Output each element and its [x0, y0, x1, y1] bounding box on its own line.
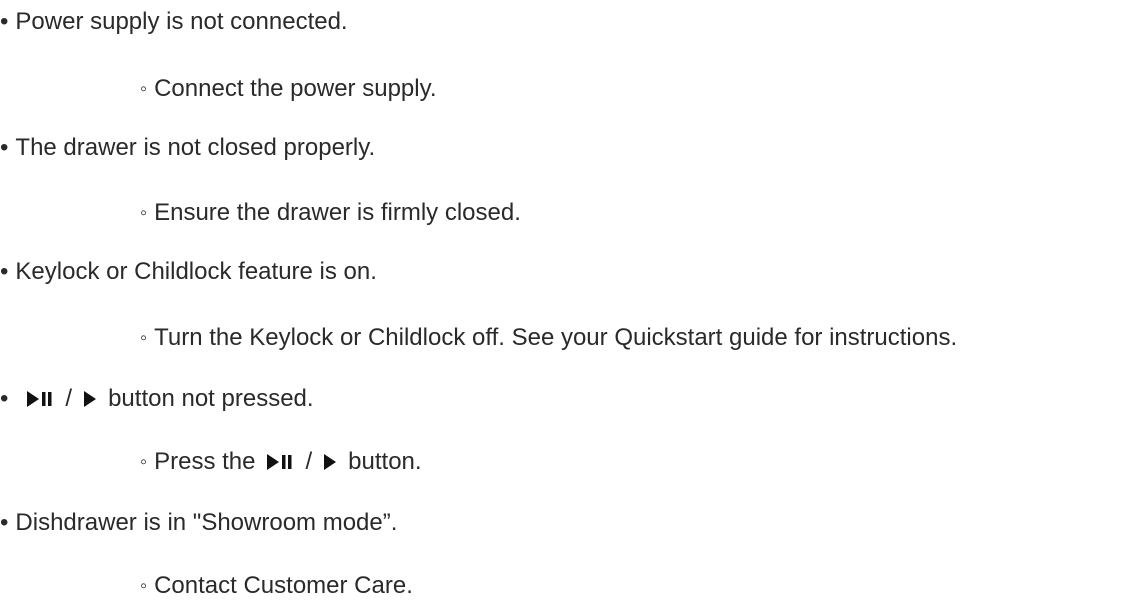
remedy-text: Connect the power supply.: [154, 75, 437, 102]
list-item: • The drawer is not closed properly.: [0, 134, 375, 162]
sub-bullet-marker: ◦: [140, 202, 148, 224]
issue-text: Dishdrawer is in "Showroom mode”.: [15, 509, 398, 536]
separator: /: [65, 385, 73, 412]
remedy-text: Ensure the drawer is firmly closed.: [154, 199, 521, 226]
sub-bullet-marker: ◦: [140, 451, 148, 473]
bullet-marker: •: [0, 385, 9, 412]
sub-list-item: ◦ Turn the Keylock or Childlock off. See…: [140, 324, 957, 352]
play-pause-icon: [265, 452, 295, 472]
sub-list-item: ◦ Contact Customer Care.: [140, 572, 413, 600]
remedy-text: Contact Customer Care.: [154, 572, 413, 599]
list-item: • / button not pressed.: [0, 385, 314, 413]
issue-text: Keylock or Childlock feature is on.: [15, 258, 377, 285]
list-item: • Power supply is not connected.: [0, 8, 348, 36]
bullet-marker: •: [0, 8, 9, 35]
sub-bullet-marker: ◦: [140, 575, 148, 597]
issue-text: The drawer is not closed properly.: [15, 134, 376, 161]
remedy-text-suffix: button.: [348, 448, 422, 475]
sub-list-item: ◦ Connect the power supply.: [140, 75, 436, 103]
play-icon: [82, 389, 98, 409]
play-pause-icon: [25, 389, 55, 409]
remedy-text-prefix: Press the: [154, 448, 256, 475]
play-icon: [322, 452, 338, 472]
sub-bullet-marker: ◦: [140, 78, 148, 100]
bullet-marker: •: [0, 134, 9, 161]
bullet-marker: •: [0, 509, 9, 536]
sub-list-item: ◦ Press the / button.: [140, 448, 422, 476]
list-item: • Keylock or Childlock feature is on.: [0, 258, 377, 286]
sub-list-item: ◦ Ensure the drawer is firmly closed.: [140, 199, 521, 227]
remedy-text: Turn the Keylock or Childlock off. See y…: [154, 324, 958, 351]
issue-text: Power supply is not connected.: [15, 8, 348, 35]
sub-bullet-marker: ◦: [140, 327, 148, 349]
separator: /: [305, 448, 313, 475]
bullet-marker: •: [0, 258, 9, 285]
list-item: • Dishdrawer is in "Showroom mode”.: [0, 509, 397, 537]
issue-text: button not pressed.: [108, 385, 314, 412]
